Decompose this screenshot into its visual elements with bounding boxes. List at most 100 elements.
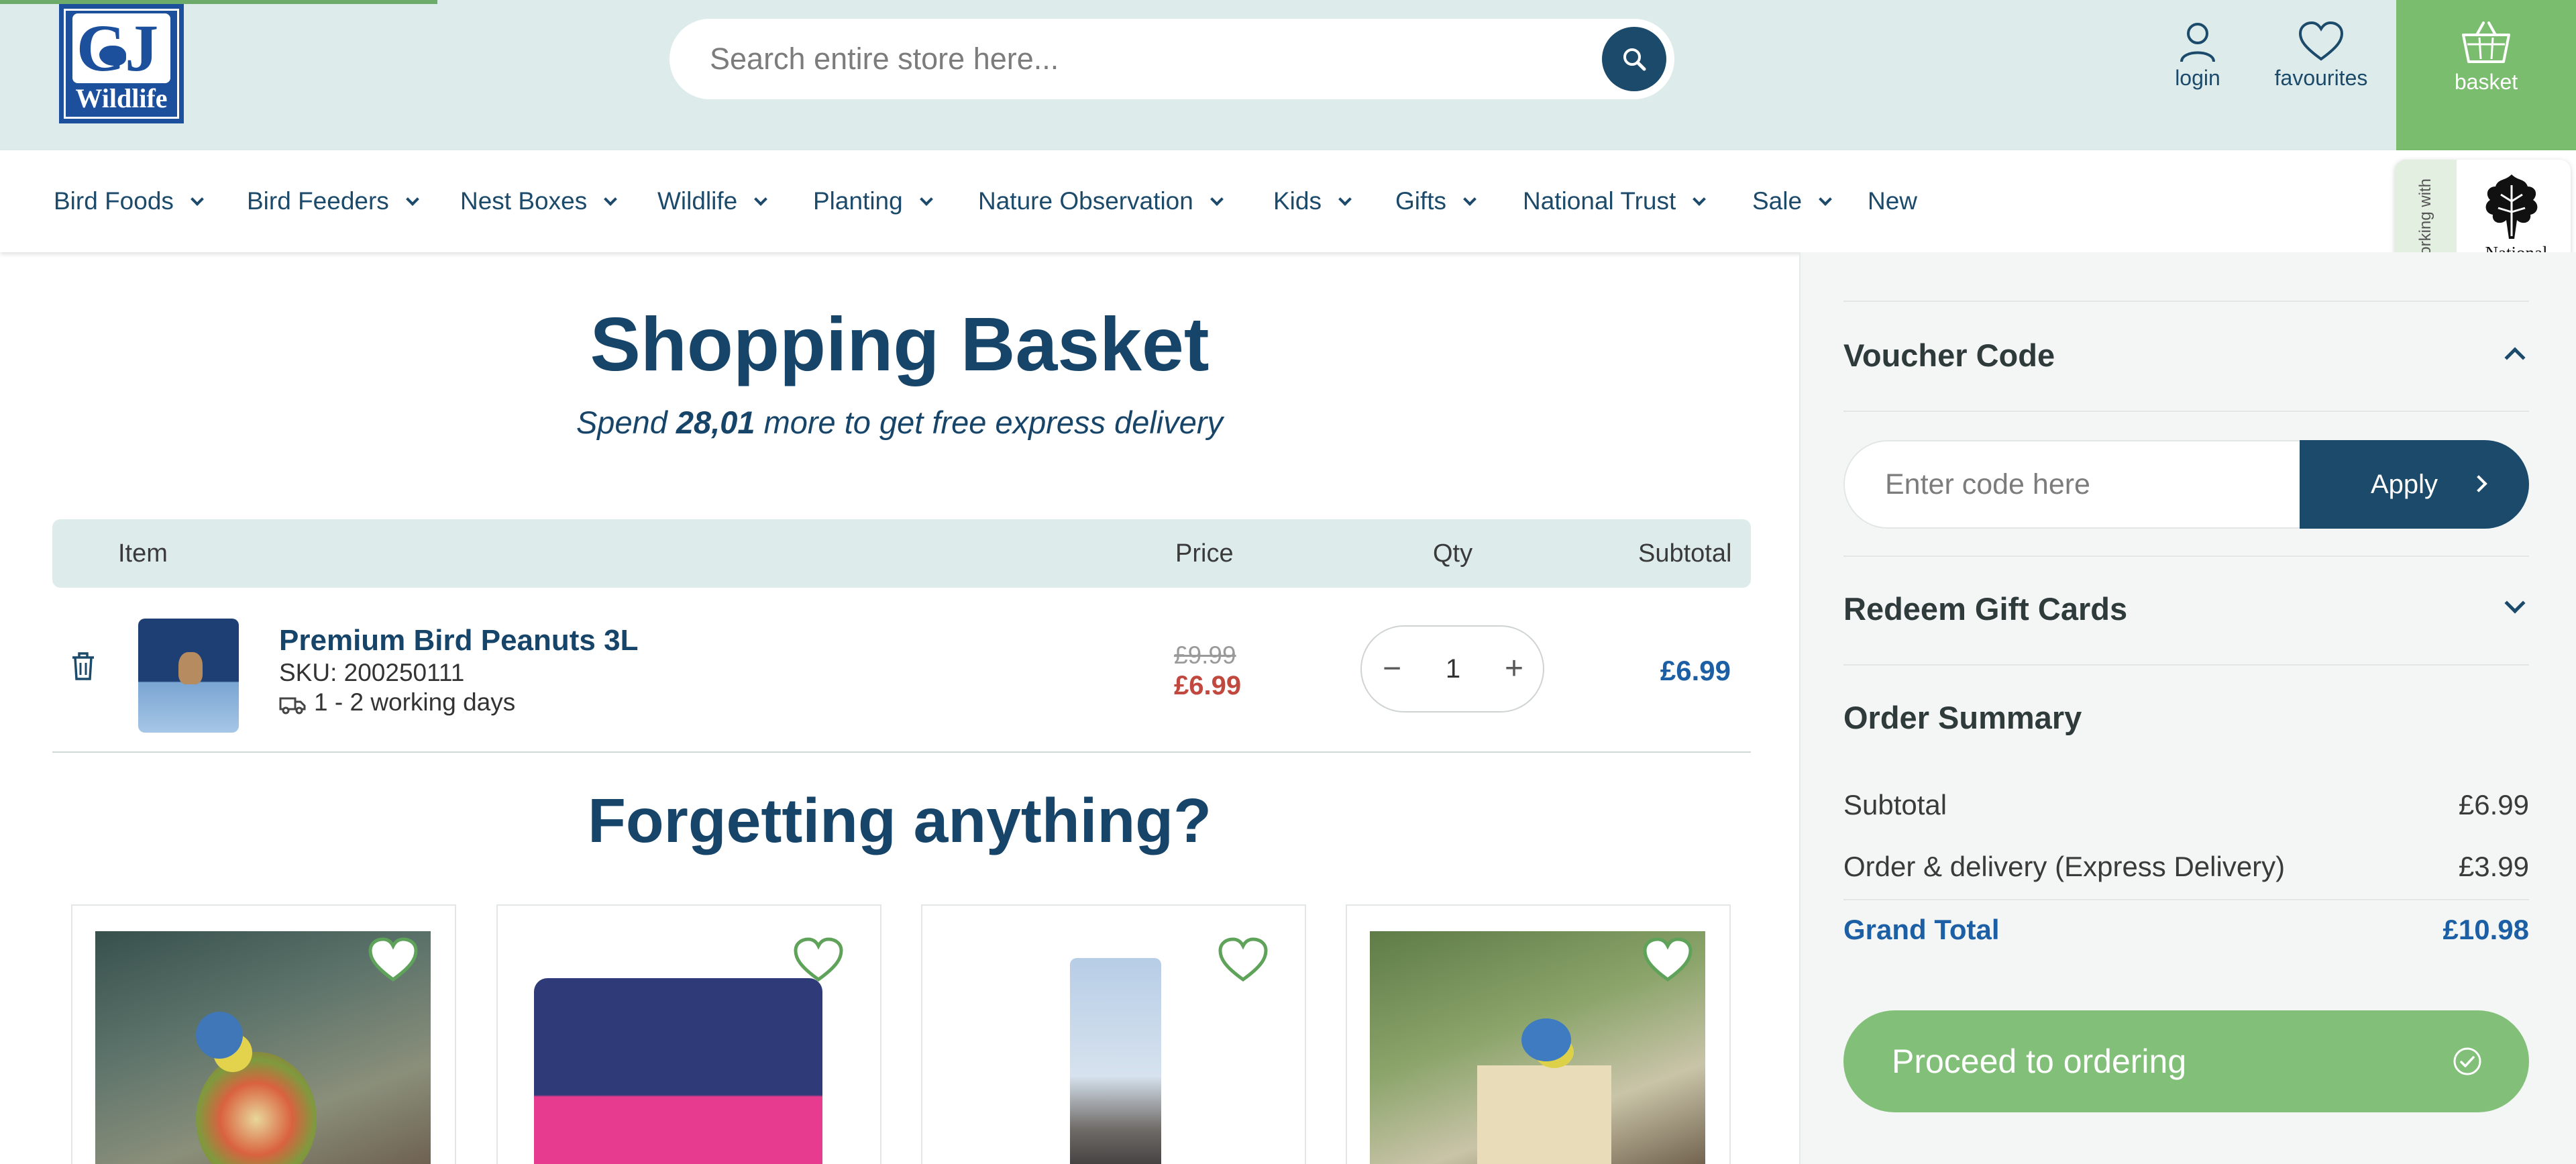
chevron-down-icon: [919, 193, 933, 206]
apply-voucher-button[interactable]: Apply: [2300, 440, 2529, 529]
proceed-to-ordering-button[interactable]: Proceed to ordering: [1843, 1010, 2529, 1112]
chevron-down-icon: [1210, 193, 1224, 206]
grand-total-label: Grand Total: [1843, 914, 2000, 945]
apply-label: Apply: [2371, 470, 2438, 499]
nav-item-national-trust[interactable]: National Trust: [1523, 150, 1707, 252]
voucher-title[interactable]: Voucher Code: [1843, 337, 2055, 374]
chevron-down-icon: [604, 193, 618, 206]
decrease-qty-button[interactable]: −: [1362, 627, 1422, 711]
basket-label: basket: [2454, 70, 2518, 94]
logo-mark: CJ: [72, 13, 170, 83]
product-card[interactable]: [71, 904, 456, 1164]
site-logo[interactable]: CJ Wildlife: [59, 4, 184, 123]
product-card[interactable]: [1346, 904, 1731, 1164]
order-summary-title: Order Summary: [1843, 700, 2082, 735]
nav-item-new[interactable]: New: [1868, 150, 1917, 252]
logo-text: Wildlife: [75, 83, 168, 113]
gift-cards-title[interactable]: Redeem Gift Cards: [1843, 590, 2127, 627]
user-icon: [2180, 23, 2215, 62]
table-row: Premium Bird Peanuts 3L SKU: 200250111 1…: [52, 588, 1751, 753]
delivery-suffix: more to get free express delivery: [763, 405, 1224, 440]
nav-item-gifts[interactable]: Gifts: [1395, 150, 1477, 252]
login-link[interactable]: login: [2167, 20, 2229, 107]
shipping-time: 1 - 2 working days: [279, 688, 515, 717]
basket-icon: [2462, 21, 2510, 63]
chevron-right-icon: [2470, 475, 2487, 492]
main-nav: Bird Foods Bird Feeders Nest Boxes Wildl…: [0, 150, 2576, 252]
nav-item-kids[interactable]: Kids: [1273, 150, 1352, 252]
summary-delivery: Order & delivery (Express Delivery) £3.9…: [1843, 851, 2529, 883]
nav-label: Nest Boxes: [460, 187, 588, 215]
truck-icon: [279, 697, 306, 715]
nav-item-bird-foods[interactable]: Bird Foods: [54, 150, 204, 252]
search-input[interactable]: Search entire store here...: [710, 19, 1059, 99]
heart-icon[interactable]: [1218, 937, 1269, 984]
site-header: CJ Wildlife Search entire store here... …: [0, 0, 2576, 150]
nav-label: National Trust: [1523, 187, 1676, 215]
divider: [1843, 555, 2529, 557]
heart-icon: [2298, 21, 2344, 61]
oak-leaf-icon: [2485, 174, 2538, 239]
chevron-down-icon: [191, 193, 204, 206]
nav-label: Planting: [813, 187, 903, 215]
heart-icon[interactable]: [368, 937, 419, 984]
chevron-down-icon: [754, 193, 768, 206]
quantity-stepper: − 1 +: [1360, 625, 1544, 712]
proceed-label: Proceed to ordering: [1892, 1043, 2187, 1080]
product-image[interactable]: [138, 619, 239, 733]
voucher-placeholder: Enter code here: [1885, 468, 2090, 500]
basket-button[interactable]: basket: [2396, 0, 2576, 150]
nav-label: Sale: [1752, 187, 1803, 215]
chevron-down-icon[interactable]: [2504, 592, 2526, 614]
delivery-prefix: Spend: [576, 405, 667, 440]
search-button[interactable]: [1602, 27, 1666, 91]
search-bar[interactable]: Search entire store here...: [669, 19, 1674, 99]
header-price: Price: [1175, 539, 1234, 568]
basket-main: Shopping Basket Spend 28,01 more to get …: [0, 252, 1799, 1164]
app-root: CJ Wildlife Search entire store here... …: [0, 0, 2576, 1164]
nav-item-wildlife[interactable]: Wildlife: [657, 150, 768, 252]
product-card[interactable]: [921, 904, 1306, 1164]
increase-qty-button[interactable]: +: [1484, 627, 1544, 711]
nav-label: Bird Feeders: [247, 187, 389, 215]
chevron-down-icon: [1693, 193, 1707, 206]
page-title: Shopping Basket: [590, 302, 1210, 386]
voucher-code-field[interactable]: Enter code here: [1843, 440, 2353, 529]
original-price: £9.99: [1174, 641, 1236, 669]
divider: [1843, 899, 2529, 900]
product-name[interactable]: Premium Bird Peanuts 3L: [279, 624, 638, 657]
subtotal-label: Subtotal: [1843, 789, 1947, 821]
nav-item-nest-boxes[interactable]: Nest Boxes: [460, 150, 618, 252]
login-label: login: [2175, 66, 2220, 90]
check-circle-icon: [2453, 1047, 2481, 1075]
header-subtotal: Subtotal: [1638, 539, 1732, 568]
grand-total-value: £10.98: [2443, 914, 2529, 945]
upsell-title: Forgetting anything?: [588, 786, 1212, 855]
trash-icon[interactable]: [70, 651, 97, 682]
chevron-down-icon: [1463, 193, 1477, 206]
heart-icon[interactable]: [1642, 937, 1693, 984]
search-icon: [1623, 48, 1646, 71]
heart-icon[interactable]: [793, 937, 844, 984]
favourites-link[interactable]: favourites: [2267, 20, 2375, 107]
nav-item-bird-feeders[interactable]: Bird Feeders: [247, 150, 419, 252]
header-item: Item: [118, 539, 168, 568]
nav-label: Wildlife: [657, 187, 738, 215]
nav-label: Gifts: [1395, 187, 1447, 215]
delivery-label: Order & delivery (Express Delivery): [1843, 851, 2286, 882]
nav-label: New: [1868, 187, 1918, 215]
nav-item-planting[interactable]: Planting: [813, 150, 933, 252]
divider: [1843, 301, 2529, 302]
row-subtotal: £6.99: [1660, 655, 1731, 686]
product-card[interactable]: [496, 904, 881, 1164]
chevron-up-icon[interactable]: [2504, 347, 2526, 368]
nav-item-sale[interactable]: Sale: [1752, 150, 1832, 252]
quantity-value[interactable]: 1: [1422, 627, 1484, 711]
chevron-down-icon: [1338, 193, 1352, 206]
chevron-down-icon: [1819, 193, 1832, 206]
nav-item-nature-observation[interactable]: Nature Observation: [978, 150, 1224, 252]
divider: [1843, 411, 2529, 412]
sale-price: £6.99: [1174, 671, 1242, 700]
chevron-down-icon: [405, 193, 419, 206]
delivery-amount: 28,01: [676, 405, 755, 440]
